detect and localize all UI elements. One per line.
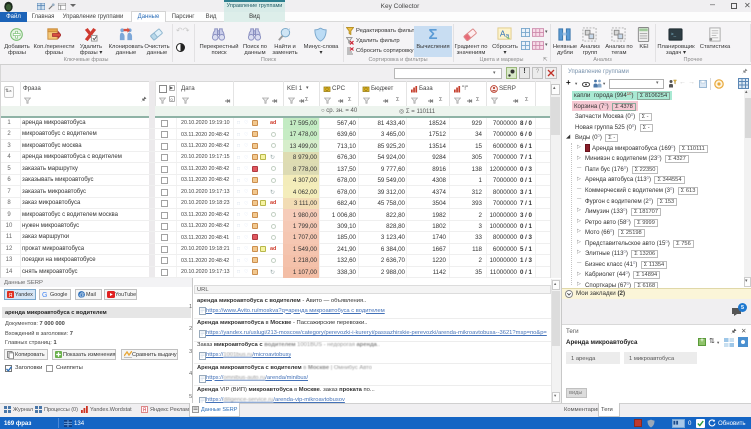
svg-text:>_: >_ (671, 31, 677, 36)
svg-text:G: G (42, 292, 47, 298)
svg-text:Я: Я (143, 408, 147, 414)
svg-text:Я: Я (9, 292, 13, 297)
svg-text:@: @ (79, 292, 84, 297)
